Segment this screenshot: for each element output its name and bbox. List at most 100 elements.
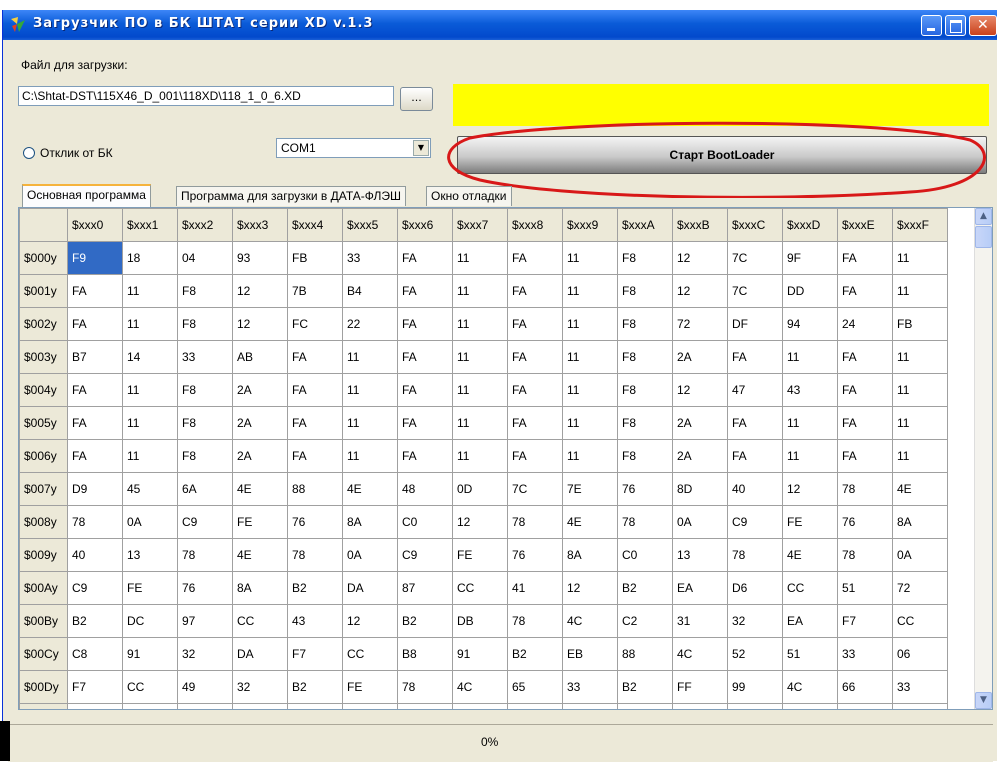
hex-cell[interactable]: D6 [727,571,783,605]
hex-cell[interactable]: EA [672,571,728,605]
column-header[interactable]: $xxxE [837,208,893,242]
hex-cell[interactable]: 78 [507,604,563,638]
hex-cell[interactable]: FA [837,274,893,308]
hex-cell[interactable]: 12 [452,505,508,539]
title-bar[interactable]: Загрузчик ПО в БК ШТАТ серии XD v.1.3 [3,10,997,40]
hex-cell[interactable]: FA [507,340,563,374]
hex-cell[interactable]: 0A [122,505,178,539]
scroll-thumb[interactable] [975,226,992,248]
hex-cell[interactable]: 18 [122,241,178,275]
hex-cell[interactable]: 11 [892,340,948,374]
hex-cell[interactable]: F8 [617,439,673,473]
hex-cell[interactable]: B2 [507,637,563,671]
hex-cell[interactable]: 11 [782,439,838,473]
hex-cell[interactable]: FC [287,307,343,341]
hex-cell[interactable]: C0 [397,505,453,539]
hex-cell[interactable]: 12 [232,307,288,341]
hex-cell[interactable]: F7 [67,670,123,704]
hex-cell[interactable]: 8A [342,505,398,539]
scroll-up-button[interactable]: ▲ [975,208,992,225]
hex-cell[interactable]: 4E [562,505,618,539]
hex-cell[interactable]: F7 [837,604,893,638]
hex-cell[interactable]: B2 [287,670,343,704]
hex-cell[interactable]: FA [727,340,783,374]
row-header[interactable]: $001y [19,274,68,308]
hex-cell[interactable]: 4C [562,703,618,709]
hex-cell[interactable]: 11 [562,241,618,275]
hex-cell[interactable]: FA [507,406,563,440]
hex-cell[interactable]: 78 [287,538,343,572]
hex-cell[interactable]: D9 [67,472,123,506]
hex-cell[interactable]: B8 [397,637,453,671]
hex-cell[interactable]: F8 [617,274,673,308]
hex-cell[interactable]: FA [397,241,453,275]
hex-cell[interactable]: F8 [617,373,673,407]
hex-cell[interactable]: 11 [562,340,618,374]
hex-cell[interactable]: FA [507,307,563,341]
row-header[interactable]: $007y [19,472,68,506]
column-header[interactable]: $xxx4 [287,208,343,242]
hex-cell[interactable]: FA [507,439,563,473]
vertical-scrollbar[interactable]: ▲ ▼ [974,208,992,709]
hex-cell[interactable]: 12 [342,703,398,709]
hex-cell[interactable]: 4E [892,472,948,506]
hex-cell[interactable]: DA [232,637,288,671]
hex-cell[interactable]: 4C [452,670,508,704]
hex-cell[interactable]: 11 [562,406,618,440]
column-header[interactable]: $xxxC [727,208,783,242]
hex-cell[interactable]: CC [232,604,288,638]
hex-cell[interactable]: 72 [892,571,948,605]
hex-cell[interactable]: 65 [507,670,563,704]
hex-cell[interactable]: 14 [122,340,178,374]
hex-cell[interactable]: 40 [67,538,123,572]
hex-cell[interactable]: 11 [782,340,838,374]
hex-cell[interactable]: 32 [177,637,233,671]
hex-cell[interactable]: 0D [452,472,508,506]
hex-cell[interactable]: 7C [727,274,783,308]
hex-cell[interactable]: EB [562,637,618,671]
hex-cell[interactable]: 8D [672,472,728,506]
row-header[interactable]: $004y [19,373,68,407]
hex-cell[interactable]: FA [287,340,343,374]
hex-cell[interactable]: FA [397,406,453,440]
hex-cell[interactable]: F8 [617,340,673,374]
hex-cell[interactable]: FA [837,406,893,440]
hex-cell[interactable]: 11 [892,274,948,308]
hex-cell[interactable]: 76 [507,538,563,572]
hex-cell[interactable]: FE [452,538,508,572]
browse-button[interactable]: ... [400,87,433,111]
hex-cell[interactable]: F8 [177,274,233,308]
hex-cell[interactable]: 49 [177,670,233,704]
hex-cell[interactable]: F9 [67,241,123,275]
row-header[interactable]: $00By [19,604,68,638]
hex-cell[interactable]: FA [837,340,893,374]
row-header[interactable]: $002y [19,307,68,341]
hex-cell[interactable]: CC [342,637,398,671]
hex-cell[interactable]: 11 [892,241,948,275]
hex-cell[interactable]: FA [287,406,343,440]
hex-cell[interactable]: FA [507,274,563,308]
hex-cell[interactable]: 78 [397,670,453,704]
hex-cell[interactable]: 22 [342,307,398,341]
hex-cell[interactable]: F8 [617,241,673,275]
hex-cell[interactable]: 11 [342,406,398,440]
hex-cell[interactable]: FB [287,241,343,275]
close-button[interactable] [969,15,997,36]
column-header[interactable]: $xxxD [782,208,838,242]
tab-debug-window[interactable]: Окно отладки [426,186,512,206]
hex-cell[interactable]: FE [342,670,398,704]
tab-data-flash[interactable]: Программа для загрузки в ДАТА-ФЛЭШ [176,186,406,206]
hex-cell[interactable]: 52 [727,637,783,671]
hex-cell[interactable]: 12 [782,472,838,506]
hex-cell[interactable]: 43 [782,373,838,407]
row-header[interactable]: $006y [19,439,68,473]
column-header[interactable]: $xxxA [617,208,673,242]
hex-cell[interactable]: 11 [562,439,618,473]
hex-cell[interactable]: 88 [287,472,343,506]
hex-cell[interactable]: FA [837,241,893,275]
hex-cell[interactable]: F8 [177,439,233,473]
hex-cell[interactable]: 8A [232,571,288,605]
hex-cell[interactable]: 4C [232,703,288,709]
hex-cell[interactable]: 7B [287,274,343,308]
hex-cell[interactable]: B2 [617,571,673,605]
